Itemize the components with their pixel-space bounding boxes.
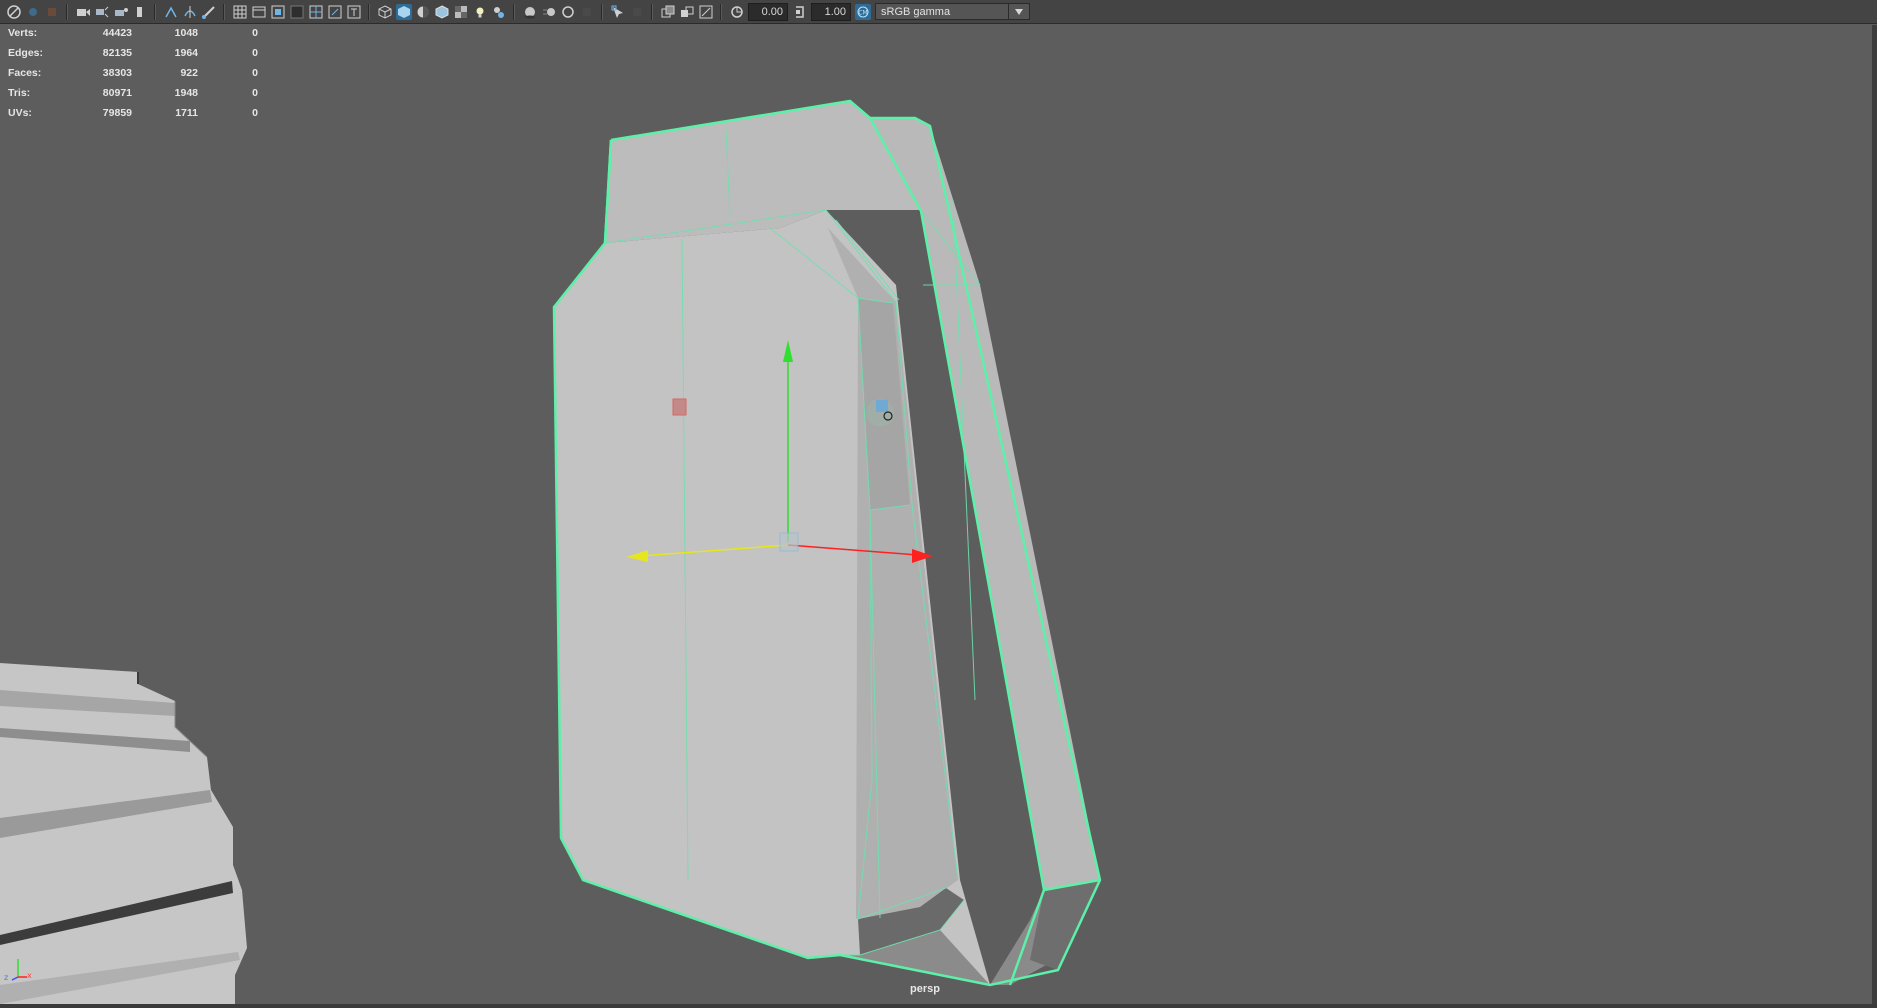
view-transform-label: sRGB gamma: [881, 6, 951, 18]
xray-backface-icon[interactable]: [698, 4, 714, 20]
viewport-panel-toolbar: 0.00 1.00 CM sRGB gamma: [0, 0, 1877, 24]
bookmark-icon[interactable]: [44, 4, 60, 20]
view-transform-dropdown[interactable]: sRGB gamma: [875, 3, 1030, 20]
toolbar-separator: [651, 3, 653, 20]
3d-viewport[interactable]: x z: [0, 25, 1872, 1005]
xray-active-icon[interactable]: [660, 4, 676, 20]
manipulator-handle[interactable]: [866, 399, 894, 427]
toolbar-separator: [66, 3, 68, 20]
lights-icon[interactable]: [472, 4, 488, 20]
field-chart-icon[interactable]: [308, 4, 324, 20]
xray-icon[interactable]: [629, 4, 645, 20]
safe-title-icon[interactable]: [346, 4, 362, 20]
safe-action-icon[interactable]: [327, 4, 343, 20]
background-mesh[interactable]: [0, 663, 247, 1004]
motion-blur-icon[interactable]: [541, 4, 557, 20]
panel-border: [1872, 25, 1877, 1005]
exposure-icon[interactable]: [729, 4, 745, 20]
snap-curve-icon[interactable]: [182, 4, 198, 20]
snap-icon[interactable]: [163, 4, 179, 20]
gamma-icon[interactable]: [792, 4, 808, 20]
xray-joints-icon[interactable]: [679, 4, 695, 20]
multisample-icon[interactable]: [560, 4, 576, 20]
shadows-icon[interactable]: [491, 4, 507, 20]
wireframe-icon[interactable]: [377, 4, 393, 20]
camera-attributes-icon[interactable]: [25, 4, 41, 20]
film-gate-icon[interactable]: [251, 4, 267, 20]
center-handle[interactable]: [779, 532, 799, 552]
image-plane-icon[interactable]: [75, 4, 91, 20]
snap-edit-icon[interactable]: [201, 4, 217, 20]
toolbar-separator: [368, 3, 370, 20]
gamma-field[interactable]: 1.00: [811, 2, 851, 21]
depth-of-field-icon[interactable]: [579, 4, 595, 20]
screen-space-ao-icon[interactable]: [522, 4, 538, 20]
camera-name-label: persp: [910, 983, 940, 995]
grid-icon[interactable]: [232, 4, 248, 20]
toolbar-separator: [513, 3, 515, 20]
toolbar-separator: [154, 3, 156, 20]
wireframe-on-shaded-icon[interactable]: [434, 4, 450, 20]
svg-text:CM: CM: [858, 9, 867, 16]
resolution-gate-icon[interactable]: [270, 4, 286, 20]
toolbar-separator: [223, 3, 225, 20]
grease-pencil-icon[interactable]: [113, 4, 129, 20]
color-management-icon[interactable]: CM: [854, 3, 871, 20]
isolate-select-icon[interactable]: [610, 4, 626, 20]
use-default-material-icon[interactable]: [415, 4, 431, 20]
smooth-shade-icon[interactable]: [395, 3, 412, 20]
selected-mesh[interactable]: [552, 99, 1102, 987]
toolbar-separator: [720, 3, 722, 20]
toolbar-separator: [601, 3, 603, 20]
gate-mask-icon[interactable]: [289, 4, 305, 20]
panel-bottom-border: [0, 1004, 1877, 1008]
bookmark-flag-icon[interactable]: [132, 4, 148, 20]
textured-icon[interactable]: [453, 4, 469, 20]
select-camera-icon[interactable]: [6, 4, 22, 20]
axis-x-label: x: [27, 971, 32, 980]
2d-pan-zoom-icon[interactable]: [94, 4, 110, 20]
chevron-down-icon: [1008, 4, 1029, 19]
axis-z-label: z: [4, 973, 8, 982]
pivot-marker[interactable]: [672, 398, 687, 416]
exposure-field[interactable]: 0.00: [748, 2, 788, 21]
